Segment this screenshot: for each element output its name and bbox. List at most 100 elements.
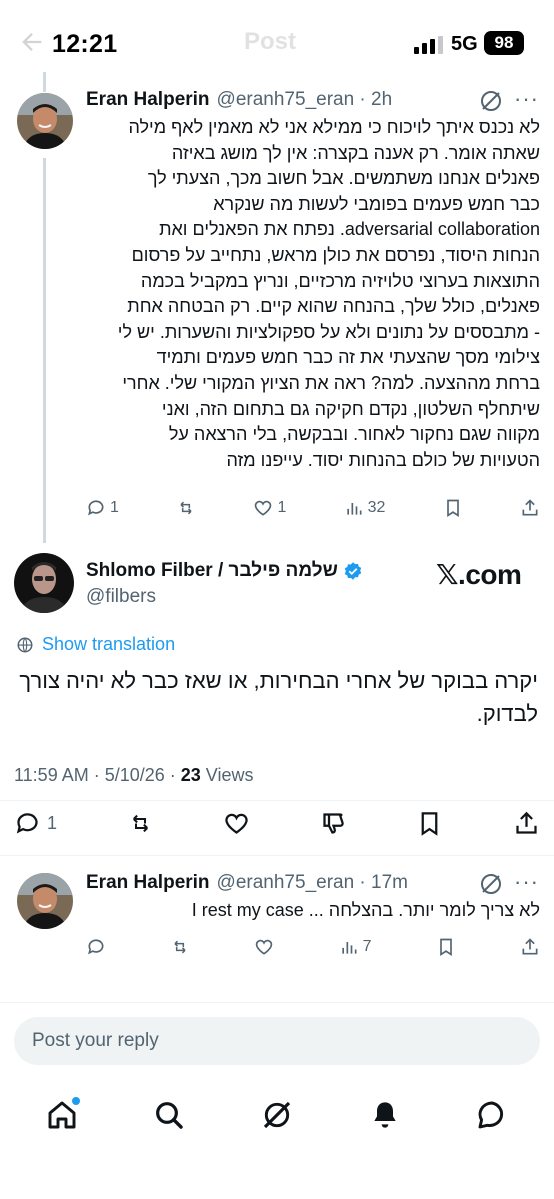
notification-dot [71, 1097, 80, 1105]
like-button[interactable] [254, 937, 274, 957]
thread-line [43, 72, 46, 92]
more-options-icon[interactable]: ··· [514, 86, 539, 112]
repost-icon [180, 501, 192, 515]
avatar[interactable] [14, 553, 74, 613]
author-handle[interactable]: @filbers [86, 586, 156, 608]
grok-icon[interactable] [479, 872, 503, 896]
status-time: 12:21 [52, 30, 118, 58]
nav-home[interactable] [44, 1097, 80, 1133]
avatar[interactable] [17, 93, 73, 149]
text-line: שיתחלף השלטון, נקדם חקיקה גם בתחום הזה, … [161, 398, 540, 419]
bookmark-icon [446, 499, 459, 518]
nav-notifications[interactable] [367, 1097, 403, 1133]
views-count[interactable]: 23 [181, 765, 201, 785]
reply-text: לא נכנס איתך לויכוח כי ממילא אני לא מאמי… [84, 115, 540, 473]
author-name[interactable]: Eran Halperin [86, 89, 210, 111]
status-bar: Post 12:21 5G 98 [0, 0, 554, 86]
header-title: Post [244, 28, 297, 55]
reply-author-row: Eran Halperin @eranh75_eran · 17m [86, 872, 408, 894]
time-date: 11:59 AM · 5/10/26 · [14, 765, 181, 785]
text-line: התוצאות בערוצי טלויזיה מרכזיים, ונריץ במ… [140, 270, 540, 291]
text-line: צילומי מסך שהצעתי את זה כבר חמש פעמים ות… [156, 347, 540, 368]
thumbs-down-icon [323, 813, 344, 834]
dislike-button[interactable] [320, 810, 347, 837]
repost-icon [132, 814, 148, 833]
reply-button[interactable]: 1 [86, 498, 119, 518]
bottom-nav [0, 1080, 554, 1150]
bookmark-icon [439, 938, 452, 957]
battery-indicator: 98 [484, 31, 524, 55]
back-arrow-icon[interactable] [18, 28, 46, 56]
text-line: הטעויות של כולם בהנחות יסוד. עייפנו מזה [226, 449, 540, 470]
reply-actions: 7 [86, 937, 540, 957]
repost-button[interactable] [176, 498, 196, 518]
share-button[interactable] [520, 937, 540, 957]
avatar-photo-icon [14, 553, 74, 613]
text-line: פאנלים אנחנו משתמשים. אבל חשוב מכך, הצעת… [147, 168, 540, 189]
view-count: 32 [367, 499, 386, 516]
nav-search[interactable] [151, 1097, 187, 1133]
avatar-photo-icon [17, 93, 73, 149]
x-com-watermark: 𝕏.com [436, 559, 522, 590]
avatar[interactable] [17, 873, 73, 929]
share-button[interactable] [520, 498, 540, 518]
text-line: - מתבססים על נתונים ולא על ספקולציות והש… [117, 321, 540, 342]
heart-icon [255, 500, 272, 516]
avatar-photo-icon [17, 873, 73, 929]
bookmark-icon [422, 812, 438, 836]
like-button[interactable]: 1 [253, 498, 286, 518]
views-icon [346, 503, 362, 515]
text-line: לא נכנס איתך לויכוח כי ממילא אני לא מאמי… [128, 117, 540, 137]
reply-input[interactable]: Post your reply [14, 1017, 540, 1065]
more-options-icon[interactable]: ··· [514, 869, 539, 895]
reply-icon [88, 500, 104, 516]
text-line: ברחת מההצעה. למה? ראה את הציוץ המקורי של… [122, 372, 540, 393]
reply-icon [88, 939, 104, 955]
author-name[interactable]: Eran Halperin [86, 872, 210, 894]
views-icon [341, 942, 357, 954]
reply-author-row: Eran Halperin @eranh75_eran · 2h [86, 89, 392, 111]
reply-count: 1 [47, 813, 58, 833]
reply-button[interactable] [86, 937, 106, 957]
reply-text: לא צריך לומר יותר. בהצלחה ... I rest my … [191, 900, 540, 920]
share-icon [522, 938, 538, 955]
grok-icon [263, 1101, 291, 1129]
notifications-icon [373, 1102, 396, 1128]
bookmark-button[interactable] [443, 498, 463, 518]
signal-icon [414, 36, 443, 54]
nav-grok[interactable] [259, 1097, 295, 1133]
heart-icon [225, 813, 248, 834]
main-post-text: יקרה בבוקר של אחרי הבחירות, או שאז כבר ל… [19, 668, 538, 726]
author-handle-time[interactable]: @eranh75_eran · 2h [217, 89, 393, 111]
reply-count: 1 [110, 499, 119, 516]
reply-button[interactable]: 1 [14, 810, 57, 837]
show-translation-label: Show translation [42, 634, 176, 654]
main-post-actions: 1 [14, 810, 540, 837]
views-button[interactable]: 7 [339, 937, 372, 957]
main-author-row: Shlomo Filber / שלמה פילבר [86, 560, 363, 582]
author-handle-time[interactable]: @eranh75_eran · 17m [217, 872, 408, 894]
text-line: פאנלים, כולל שלך, בהנחה שהוא קיים. רק הב… [127, 296, 540, 317]
globe-icon [17, 637, 33, 652]
repost-icon [174, 940, 186, 954]
author-name[interactable]: Shlomo Filber / שלמה פילבר [86, 560, 338, 582]
thread-line [43, 158, 46, 543]
text-line: מקווה שגם נחקור לאחור. ובבקשה, בלי הרצאה… [168, 424, 540, 445]
grok-icon[interactable] [479, 89, 503, 113]
repost-button[interactable] [170, 937, 190, 957]
main-handle-row: @filbers [86, 586, 156, 608]
text-line: שאתה אומר. רק אענה בקצרה: אין לך מושג בא… [171, 142, 540, 163]
heart-icon [256, 939, 273, 955]
bookmark-button[interactable] [436, 937, 456, 957]
share-icon [516, 811, 537, 834]
messages-icon [478, 1101, 504, 1129]
show-translation-link[interactable]: Show translation [16, 634, 175, 655]
views-button[interactable]: 32 [344, 498, 386, 518]
reply-icon [16, 813, 38, 834]
share-button[interactable] [513, 810, 540, 837]
repost-button[interactable] [127, 810, 154, 837]
like-button[interactable] [223, 810, 250, 837]
nav-messages[interactable] [474, 1097, 510, 1133]
text-line: adversarial collaboration. נפתח את הפאנל… [159, 219, 540, 240]
bookmark-button[interactable] [416, 810, 443, 837]
